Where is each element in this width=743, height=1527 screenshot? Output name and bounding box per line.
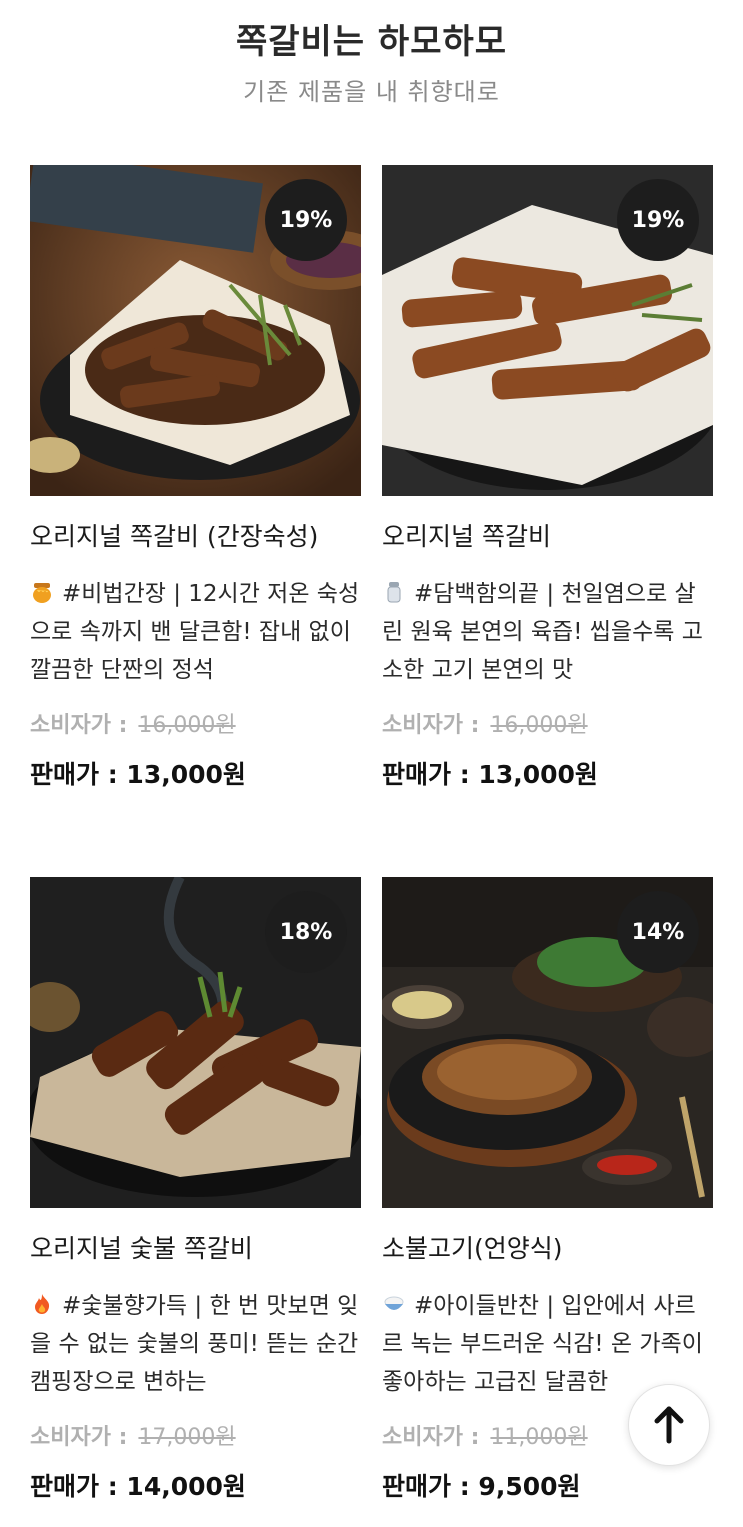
discount-badge: 19% [617,179,699,261]
product-description-text: #비법간장 | 12시간 저온 숙성으로 속까지 밴 달큰함! 잡내 없이 깔끔… [30,581,360,683]
discount-badge: 14% [617,891,699,973]
product-description-text: #아이들반찬 | 입안에서 사르르 녹는 부드러운 식감! 온 가족이 좋아하는… [382,1293,703,1395]
sale-price-label: 판매가 : [382,1472,470,1501]
sale-price-label: 판매가 : [30,760,118,789]
honey-pot-icon [33,583,51,603]
product-card[interactable]: 19% 오리지널 쪽갈비 #담백함의끝 | 천일염으로 살린 원육 본연의 육즙… [382,165,713,789]
sale-price-label: 판매가 : [382,760,470,789]
consumer-price-value: 16,000원 [490,713,588,738]
sale-price-label: 판매가 : [30,1472,118,1501]
consumer-price-label: 소비자가 : [30,713,128,738]
product-description-text: #담백함의끝 | 천일염으로 살린 원육 본연의 육즙! 씹을수록 고소한 고기… [382,581,703,683]
sale-price: 판매가 : 14,000원 [30,1467,246,1503]
sale-price-value: 9,500원 [478,1472,581,1501]
consumer-price: 소비자가 : 17,000원 [30,1419,236,1451]
discount-badge: 18% [265,891,347,973]
product-name[interactable]: 소불고기(언양식) [382,1229,563,1265]
page-title: 쪽갈비는 하모하모 [235,22,508,62]
product-image[interactable]: 19% [382,165,713,496]
consumer-price-label: 소비자가 : [30,1425,128,1450]
product-description: #숯불향가득 | 한 번 맛보면 잊을 수 없는 숯불의 풍미! 뜯는 순간 캠… [30,1287,361,1401]
sale-price-value: 13,000원 [478,760,598,789]
product-image[interactable]: 19% [30,165,361,496]
fire-icon [35,1294,50,1314]
product-card[interactable]: 19% 오리지널 쪽갈비 (간장숙성) #비법간장 | 12시간 저온 숙성으로… [30,165,361,789]
scroll-to-top-button[interactable] [628,1384,710,1466]
product-card[interactable]: 14% 소불고기(언양식) #아이들반찬 | 입안에서 사르르 녹는 부드러운 … [382,877,713,1501]
consumer-price-value: 16,000원 [138,713,236,738]
product-card[interactable]: 18% 오리지널 숯불 쪽갈비 #숯불향가득 | 한 번 맛보면 잊을 수 없는… [30,877,361,1501]
sale-price: 판매가 : 13,000원 [382,755,598,791]
consumer-price-label: 소비자가 : [382,713,480,738]
product-image[interactable]: 14% [382,877,713,1208]
consumer-price: 소비자가 : 11,000원 [382,1419,588,1451]
sale-price: 판매가 : 13,000원 [30,755,246,791]
product-description: #비법간장 | 12시간 저온 숙성으로 속까지 밴 달큰함! 잡내 없이 깔끔… [30,575,361,689]
product-name[interactable]: 오리지널 숯불 쪽갈비 [30,1229,253,1265]
product-name[interactable]: 오리지널 쪽갈비 [382,517,551,553]
consumer-price-value: 11,000원 [490,1425,588,1450]
discount-badge: 19% [265,179,347,261]
consumer-price-label: 소비자가 : [382,1425,480,1450]
product-description: #담백함의끝 | 천일염으로 살린 원육 본연의 육즙! 씹을수록 고소한 고기… [382,575,713,689]
salt-shaker-icon [387,582,401,603]
consumer-price: 소비자가 : 16,000원 [382,707,588,739]
product-image[interactable]: 18% [30,877,361,1208]
rice-bowl-icon [384,1296,404,1310]
page-subtitle: 기존 제품을 내 취향대로 [243,78,500,106]
product-description-text: #숯불향가득 | 한 번 맛보면 잊을 수 없는 숯불의 풍미! 뜯는 순간 캠… [30,1293,359,1395]
arrow-up-icon [654,1406,684,1444]
sale-price-value: 14,000원 [126,1472,246,1501]
consumer-price: 소비자가 : 16,000원 [30,707,236,739]
sale-price-value: 13,000원 [126,760,246,789]
product-name[interactable]: 오리지널 쪽갈비 (간장숙성) [30,517,318,553]
sale-price: 판매가 : 9,500원 [382,1467,581,1503]
consumer-price-value: 17,000원 [138,1425,236,1450]
